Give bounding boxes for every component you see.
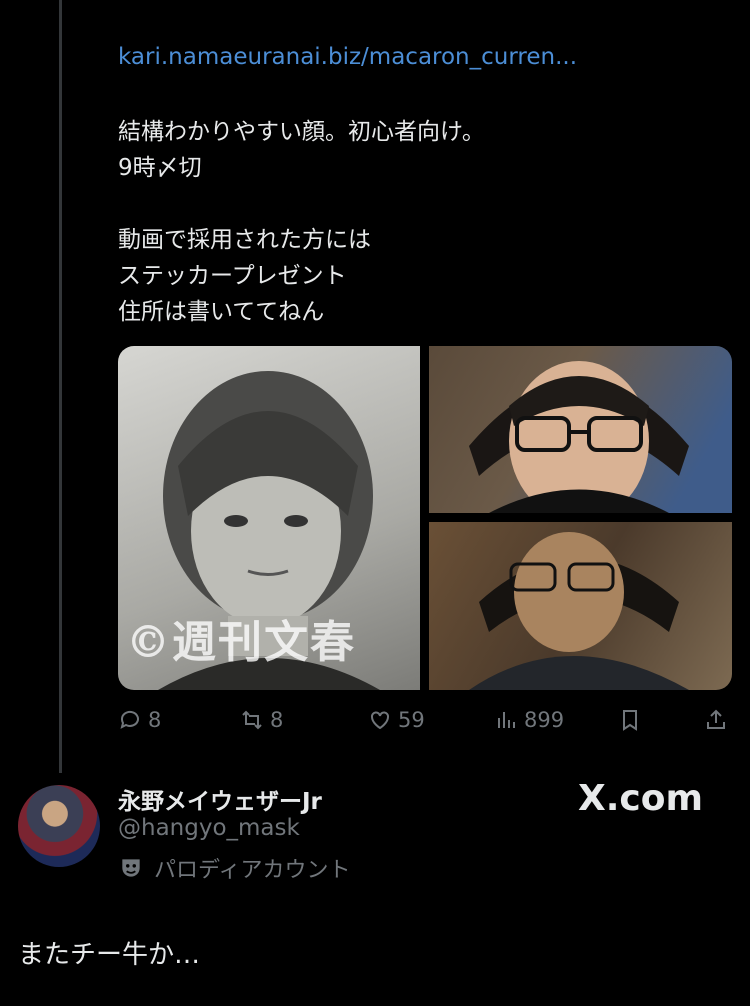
- repost-action[interactable]: 8: [240, 708, 283, 732]
- bookmark-action[interactable]: [618, 708, 642, 732]
- theater-mask-icon: [122, 859, 140, 877]
- like-count: 59: [398, 708, 425, 732]
- repost-icon: [242, 710, 262, 730]
- parody-label: パロディアカウント: [118, 852, 350, 884]
- tweet-line: 住所は書いててねん: [118, 299, 325, 325]
- views-action[interactable]: 899: [494, 708, 564, 732]
- author-handle[interactable]: @hangyo_mask: [118, 815, 300, 841]
- tweet-line: 9時〆切: [118, 155, 202, 181]
- photo-left[interactable]: ©週刊文春: [118, 346, 420, 690]
- brand-logo: X.com: [578, 778, 704, 819]
- tweet-body: 結構わかりやすい顔。初心者向け。 9時〆切 動画で採用された方には ステッカープ…: [118, 114, 485, 330]
- reply-count: 8: [148, 708, 162, 732]
- heart-icon: [371, 711, 389, 730]
- views-count: 899: [524, 708, 565, 732]
- share-icon: [707, 709, 725, 729]
- photo-top-right[interactable]: [429, 346, 732, 513]
- tweet-line: 結構わかりやすい顔。初心者向け。: [118, 119, 485, 145]
- reply-icon: [120, 710, 139, 729]
- views-icon: [498, 712, 515, 728]
- media-grid[interactable]: ©週刊文春: [118, 346, 732, 690]
- thread-line: [59, 0, 62, 773]
- share-action[interactable]: [704, 708, 728, 732]
- tweet-line: ステッカープレゼント: [118, 263, 347, 289]
- reply-text: またチー牛か…: [18, 940, 201, 970]
- avatar[interactable]: [18, 785, 100, 867]
- face-illustration-top-right: [469, 361, 689, 513]
- repost-count: 8: [270, 708, 284, 732]
- face-illustration-bottom-right: [469, 532, 689, 690]
- reply-action[interactable]: 8: [118, 708, 161, 732]
- tweet-actions: 8 8 59 899: [118, 708, 732, 740]
- photo-bottom-right[interactable]: [429, 522, 732, 690]
- tweet-link[interactable]: kari.namaeuranai.biz/macaron_curren...: [118, 44, 577, 70]
- author-name[interactable]: 永野メイウェザーJr: [118, 782, 322, 816]
- watermark: ©週刊文春: [126, 617, 356, 668]
- tweet-line: 動画で採用された方には: [118, 227, 371, 253]
- parody-text: パロディアカウント: [154, 858, 351, 883]
- tweet-line-gap: [118, 186, 485, 222]
- like-action[interactable]: 59: [368, 708, 425, 732]
- bookmark-icon: [623, 710, 637, 731]
